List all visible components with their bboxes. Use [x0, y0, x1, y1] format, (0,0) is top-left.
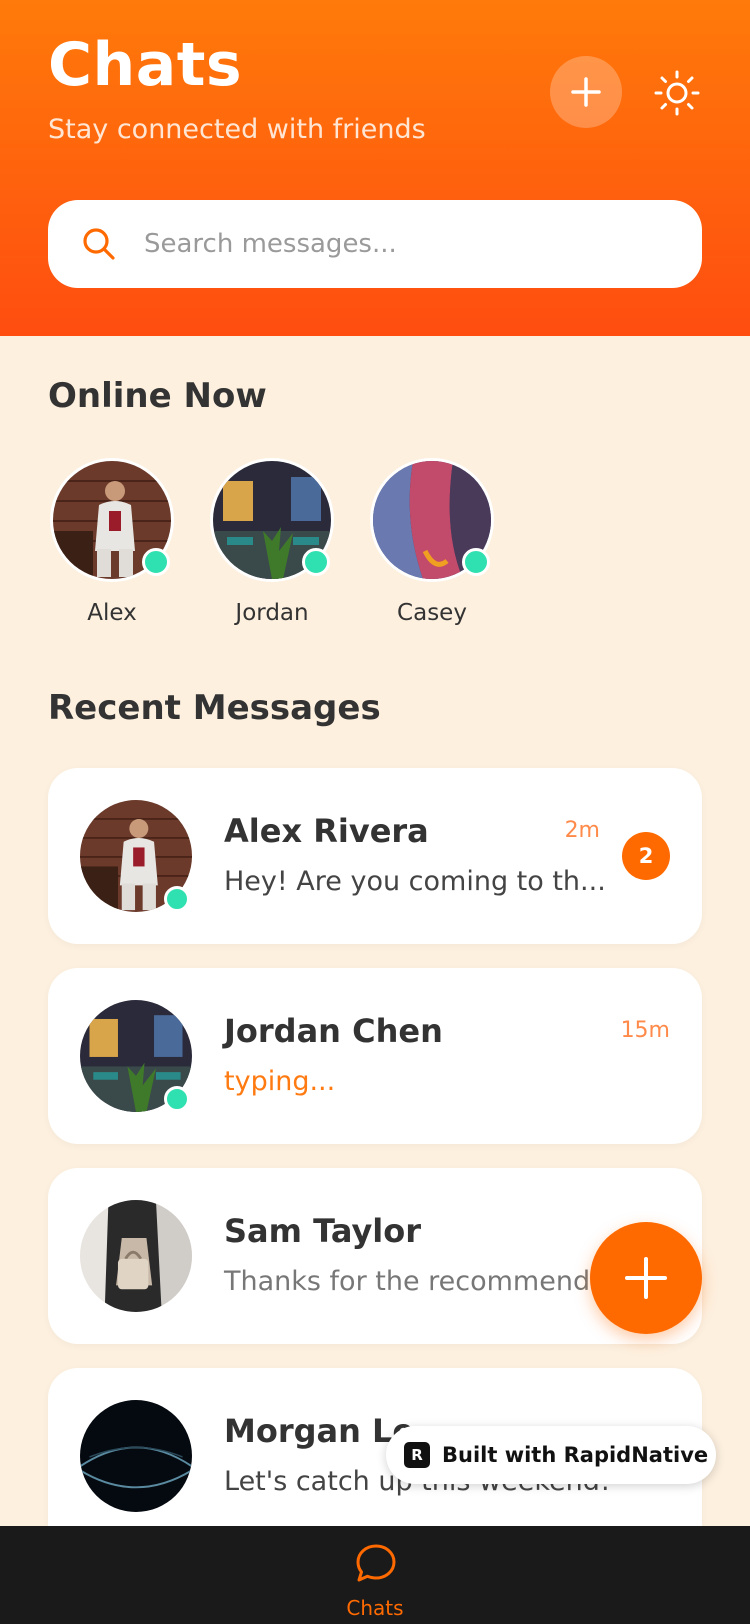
online-status-dot — [164, 1086, 190, 1112]
online-status-dot — [462, 548, 490, 576]
chat-name: Morgan Le — [224, 1412, 415, 1450]
chat-time: 15m — [620, 1018, 670, 1043]
online-status-dot — [302, 548, 330, 576]
chat-name: Alex Rivera — [224, 812, 429, 850]
new-chat-button[interactable] — [550, 56, 622, 128]
avatar — [80, 1400, 192, 1512]
online-user-jordan[interactable]: Jordan — [210, 458, 334, 638]
plus-icon — [571, 77, 601, 107]
online-now-heading: Online Now — [48, 376, 267, 416]
built-with-badge[interactable]: R Built with RapidNative — [386, 1426, 716, 1484]
online-user-name: Alex — [87, 600, 137, 626]
online-user-name: Jordan — [235, 600, 309, 626]
online-user-alex[interactable]: Alex — [50, 458, 174, 638]
chat-item-alex-rivera[interactable]: Alex Rivera 2m Hey! Are you coming to th… — [48, 768, 702, 944]
chat-preview: Hey! Are you coming to th... — [224, 866, 606, 897]
chat-name: Sam Taylor — [224, 1212, 422, 1250]
page-subtitle: Stay connected with friends — [48, 114, 426, 145]
chat-time: 2m — [564, 818, 600, 843]
header: Chats Stay connected with friends — [0, 0, 750, 336]
search-icon — [80, 225, 118, 263]
built-with-label: Built with RapidNative — [442, 1443, 709, 1467]
online-status-dot — [164, 886, 190, 912]
chat-bubble-icon — [356, 1544, 396, 1582]
bottom-tab-bar: Chats — [0, 1526, 750, 1624]
rapidnative-logo-icon: R — [404, 1442, 430, 1468]
tab-chats-label: Chats — [346, 1596, 404, 1620]
recent-messages-heading: Recent Messages — [48, 688, 381, 728]
unread-badge: 2 — [622, 832, 670, 880]
sun-icon — [654, 70, 700, 116]
avatar — [80, 1200, 192, 1312]
online-user-casey[interactable]: Casey — [370, 458, 494, 638]
search-input[interactable] — [144, 229, 664, 259]
page-title: Chats — [48, 30, 243, 100]
chat-item-jordan-chen[interactable]: Jordan Chen 15m typing... — [48, 968, 702, 1144]
plus-icon — [625, 1257, 667, 1299]
chat-preview: Thanks for the recommenda — [224, 1266, 607, 1297]
compose-fab-button[interactable] — [590, 1222, 702, 1334]
search-bar[interactable] — [48, 200, 702, 288]
tab-chats[interactable]: Chats — [340, 1540, 410, 1624]
typing-indicator: typing... — [224, 1066, 336, 1097]
theme-toggle-button[interactable] — [652, 68, 702, 118]
online-status-dot — [142, 548, 170, 576]
chat-name: Jordan Chen — [224, 1012, 443, 1050]
online-user-name: Casey — [397, 600, 467, 626]
